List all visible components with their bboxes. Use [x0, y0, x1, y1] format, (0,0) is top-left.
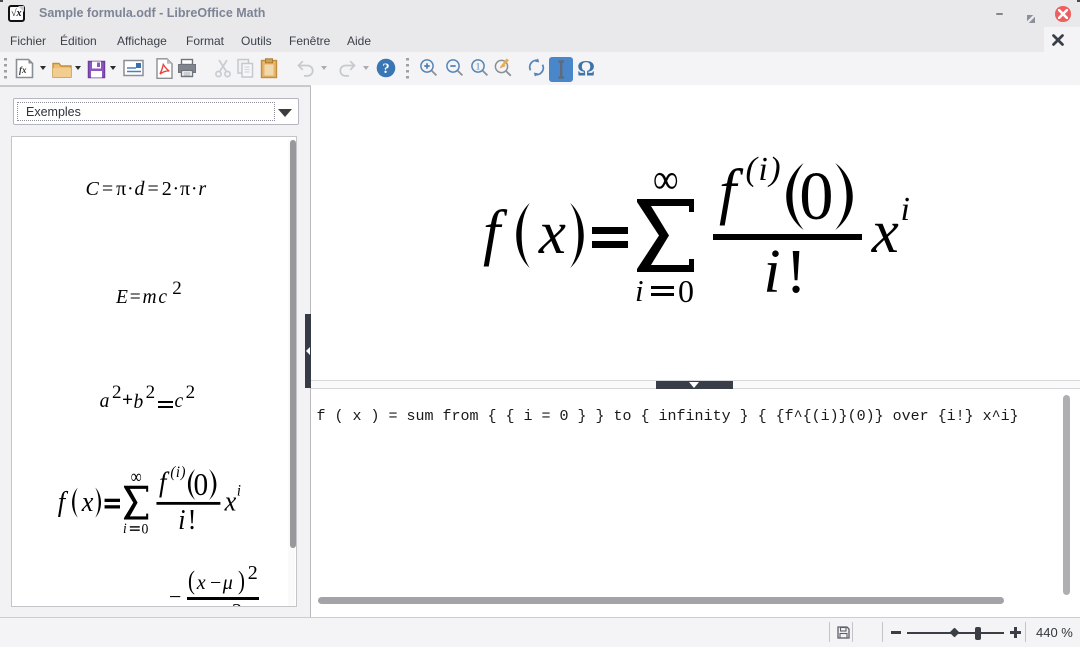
svg-text:1: 1	[476, 63, 481, 73]
svg-text:?: ?	[382, 61, 389, 77]
svg-text:Ω: Ω	[577, 58, 595, 79]
svg-text:fx: fx	[19, 65, 27, 75]
